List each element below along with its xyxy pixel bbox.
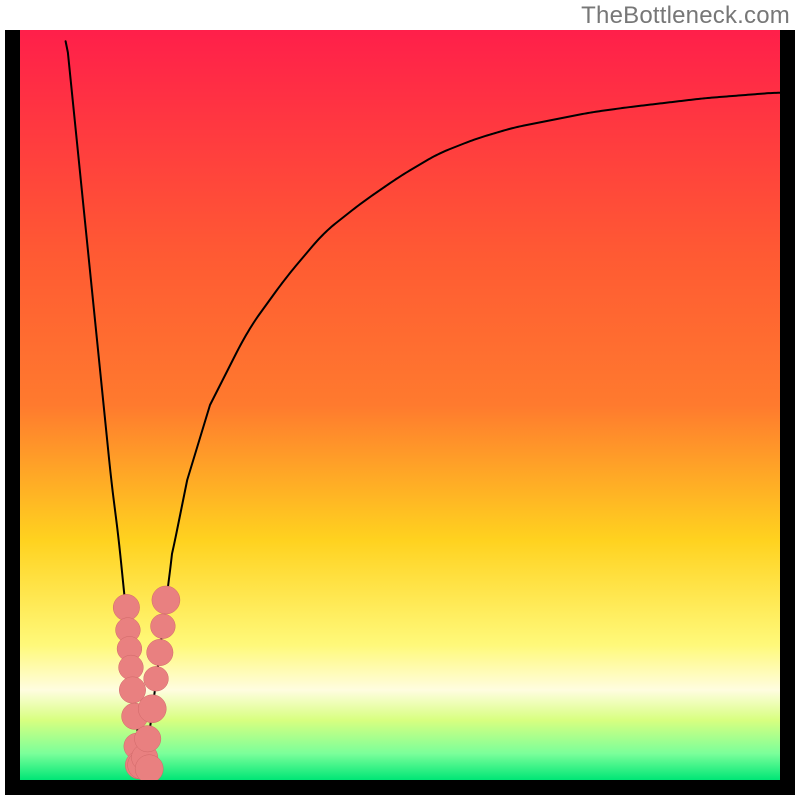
curve-marker — [144, 666, 169, 691]
curve-marker — [113, 594, 139, 620]
chart-frame — [5, 30, 795, 795]
curve-marker — [138, 695, 166, 723]
curve-marker — [135, 755, 163, 780]
curve-marker — [119, 655, 144, 680]
curve-marker — [151, 614, 176, 639]
watermark-text: TheBottleneck.com — [581, 2, 790, 30]
curve-marker — [147, 639, 173, 665]
chart-plot-area — [20, 30, 780, 780]
curve-marker — [152, 586, 180, 614]
chart-svg — [20, 30, 780, 780]
chart-container: TheBottleneck.com — [0, 0, 800, 800]
curve-marker — [134, 726, 160, 752]
